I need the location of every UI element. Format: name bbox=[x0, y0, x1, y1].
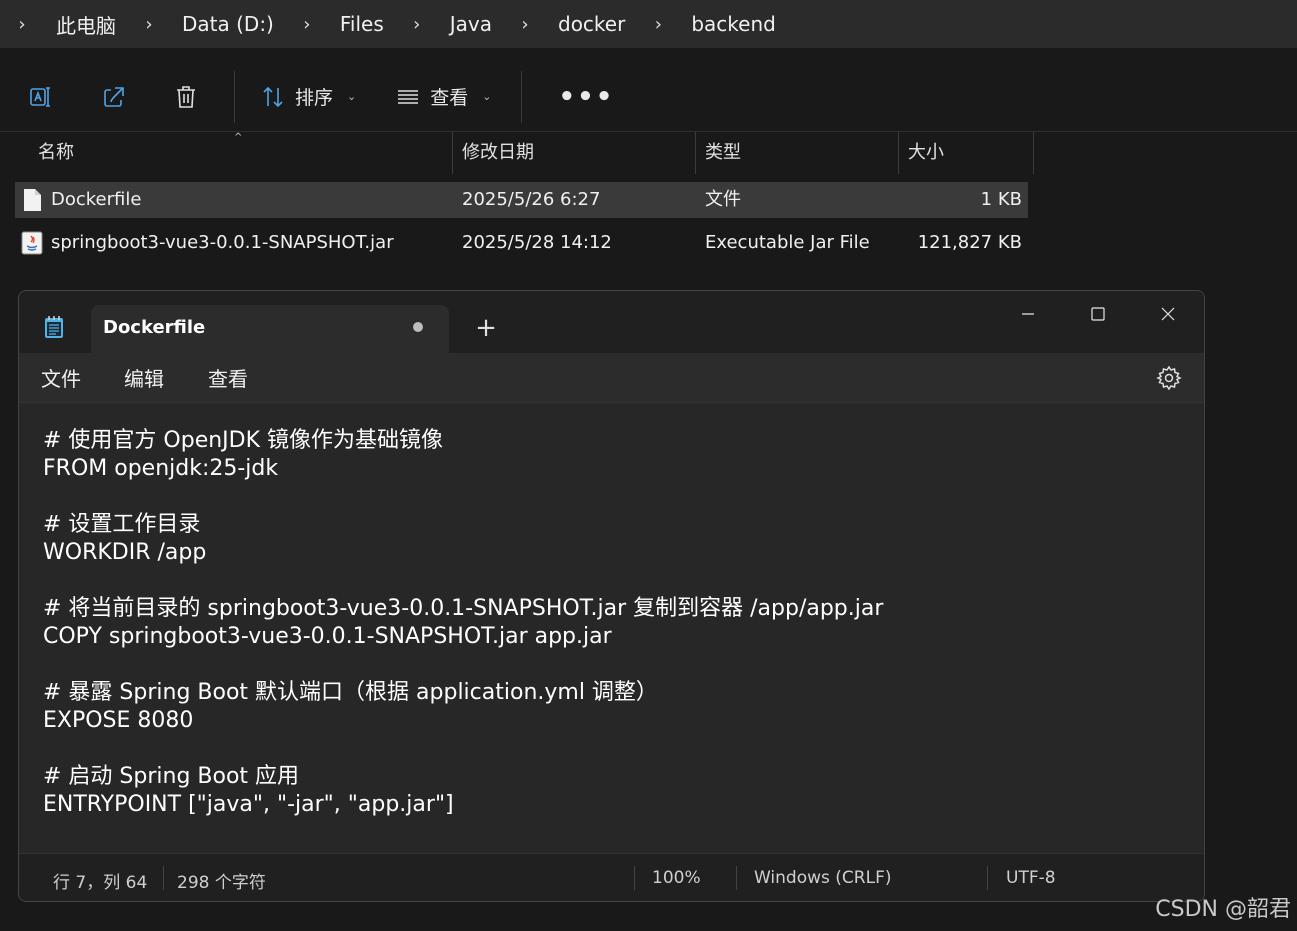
java-jar-icon bbox=[21, 231, 43, 255]
tab-dockerfile[interactable]: Dockerfile bbox=[91, 305, 449, 353]
column-header-size[interactable]: 大小 bbox=[898, 132, 944, 174]
tab-title: Dockerfile bbox=[103, 317, 206, 338]
breadcrumb-item-this-pc[interactable]: 此电脑 bbox=[44, 10, 128, 39]
status-separator bbox=[987, 866, 988, 890]
close-button[interactable] bbox=[1145, 299, 1191, 329]
editor-line: # 启动 Spring Boot 应用 bbox=[43, 764, 300, 789]
breadcrumb-item-files[interactable]: Files bbox=[328, 12, 396, 36]
chevron-right-icon[interactable]: › bbox=[286, 14, 328, 35]
chevron-right-icon[interactable]: › bbox=[637, 14, 679, 35]
chevron-down-icon: ⌄ bbox=[482, 90, 492, 103]
file-type: 文件 bbox=[705, 189, 741, 210]
file-name: Dockerfile bbox=[51, 189, 142, 210]
trash-icon bbox=[177, 85, 195, 108]
gear-icon[interactable] bbox=[1156, 365, 1182, 391]
editor-line: EXPOSE 8080 bbox=[43, 708, 194, 733]
status-separator bbox=[163, 866, 164, 890]
column-header-modified[interactable]: 修改日期 bbox=[452, 132, 534, 174]
minimize-icon bbox=[1022, 313, 1034, 315]
status-bar: 行 7，列 64 298 个字符 100% Windows (CRLF) UTF… bbox=[19, 853, 1204, 901]
text-editor[interactable]: # 使用官方 OpenJDK 镜像作为基础镜像 FROM openjdk:25-… bbox=[19, 403, 1204, 853]
maximize-icon bbox=[1091, 307, 1105, 321]
sort-button[interactable]: 排序 ⌄ bbox=[247, 77, 370, 117]
delete-button[interactable] bbox=[150, 77, 222, 117]
notepad-app-icon bbox=[45, 316, 63, 338]
file-name: springboot3-vue3-0.0.1-SNAPSHOT.jar bbox=[51, 232, 394, 253]
chevron-down-icon: ⌄ bbox=[347, 90, 357, 103]
breadcrumb-item-data-drive[interactable]: Data (D:) bbox=[170, 12, 286, 36]
close-icon bbox=[1161, 307, 1175, 321]
sort-label: 排序 bbox=[295, 87, 334, 109]
share-button[interactable] bbox=[78, 77, 150, 117]
file-row-dockerfile[interactable]: Dockerfile 2025/5/26 6:27 文件 1 KB bbox=[15, 182, 1028, 218]
menu-file[interactable]: 文件 bbox=[41, 363, 81, 392]
watermark: CSDN @韶君 bbox=[1155, 897, 1291, 922]
editor-line: # 将当前目录的 springboot3-vue3-0.0.1-SNAPSHOT… bbox=[43, 596, 884, 621]
file-type: Executable Jar File bbox=[705, 232, 870, 253]
notepad-window: Dockerfile + 文件 编辑 查看 # 使用官方 OpenJDK 镜像作… bbox=[18, 290, 1205, 902]
toolbar-divider bbox=[234, 70, 235, 123]
rename-button[interactable] bbox=[6, 77, 78, 117]
file-size: 121,827 KB bbox=[917, 232, 1022, 253]
notepad-titlebar[interactable]: Dockerfile + bbox=[19, 291, 1204, 353]
rename-icon bbox=[30, 86, 50, 107]
file-size: 1 KB bbox=[980, 189, 1022, 210]
explorer-toolbar: 排序 ⌄ 查看 ⌄ ••• bbox=[0, 62, 1297, 132]
status-encoding[interactable]: UTF-8 bbox=[1006, 868, 1056, 888]
editor-line: FROM openjdk:25-jdk bbox=[43, 456, 279, 481]
status-cursor-position: 行 7，列 64 bbox=[53, 873, 148, 893]
sort-ascending-icon: ^ bbox=[234, 132, 243, 143]
more-options-button[interactable]: ••• bbox=[534, 77, 638, 117]
chevron-right-icon[interactable]: › bbox=[128, 14, 170, 35]
menu-view[interactable]: 查看 bbox=[208, 363, 248, 392]
status-line-ending[interactable]: Windows (CRLF) bbox=[754, 868, 892, 888]
breadcrumb: › 此电脑 › Data (D:) › Files › Java › docke… bbox=[0, 0, 1297, 48]
status-separator bbox=[634, 866, 635, 890]
menu-edit[interactable]: 编辑 bbox=[124, 363, 164, 392]
editor-line: # 设置工作目录 bbox=[43, 512, 201, 537]
view-label: 查看 bbox=[430, 87, 469, 109]
chevron-right-icon[interactable]: › bbox=[396, 14, 438, 35]
view-button[interactable]: 查看 ⌄ bbox=[382, 77, 505, 117]
breadcrumb-item-backend[interactable]: backend bbox=[679, 12, 788, 36]
maximize-button[interactable] bbox=[1075, 299, 1121, 329]
file-list-header: ^ 名称 修改日期 类型 大小 bbox=[0, 132, 1040, 174]
editor-line: # 使用官方 OpenJDK 镜像作为基础镜像 bbox=[43, 428, 444, 453]
file-modified: 2025/5/26 6:27 bbox=[462, 189, 601, 210]
file-modified: 2025/5/28 14:12 bbox=[462, 232, 612, 253]
sort-icon bbox=[263, 86, 283, 107]
status-char-count: 298 个字符 bbox=[177, 873, 266, 893]
file-icon bbox=[24, 189, 41, 211]
unsaved-dot-icon[interactable] bbox=[413, 322, 423, 332]
breadcrumb-item-docker[interactable]: docker bbox=[546, 12, 637, 36]
column-header-name[interactable]: 名称 bbox=[28, 132, 74, 174]
editor-line: COPY springboot3-vue3-0.0.1-SNAPSHOT.jar… bbox=[43, 624, 612, 649]
column-header-type[interactable]: 类型 bbox=[695, 132, 741, 174]
file-row-jar[interactable]: springboot3-vue3-0.0.1-SNAPSHOT.jar 2025… bbox=[15, 225, 1028, 261]
notepad-menubar: 文件 编辑 查看 bbox=[19, 353, 1204, 403]
breadcrumb-item-java[interactable]: Java bbox=[438, 12, 504, 36]
column-separator[interactable] bbox=[1033, 132, 1034, 174]
minimize-button[interactable] bbox=[1005, 299, 1051, 329]
editor-line: ENTRYPOINT ["java", "-jar", "app.jar"] bbox=[43, 792, 454, 817]
toolbar-divider bbox=[521, 70, 523, 123]
status-zoom[interactable]: 100% bbox=[652, 868, 701, 888]
editor-line: WORKDIR /app bbox=[43, 540, 207, 565]
status-separator bbox=[736, 866, 737, 890]
view-list-icon bbox=[398, 89, 419, 104]
chevron-right-icon[interactable]: › bbox=[504, 14, 546, 35]
editor-line: # 暴露 Spring Boot 默认端口（根据 application.yml… bbox=[43, 680, 658, 705]
new-tab-button[interactable]: + bbox=[474, 313, 498, 343]
share-icon bbox=[104, 86, 124, 107]
chevron-right-icon[interactable]: › bbox=[0, 14, 44, 35]
